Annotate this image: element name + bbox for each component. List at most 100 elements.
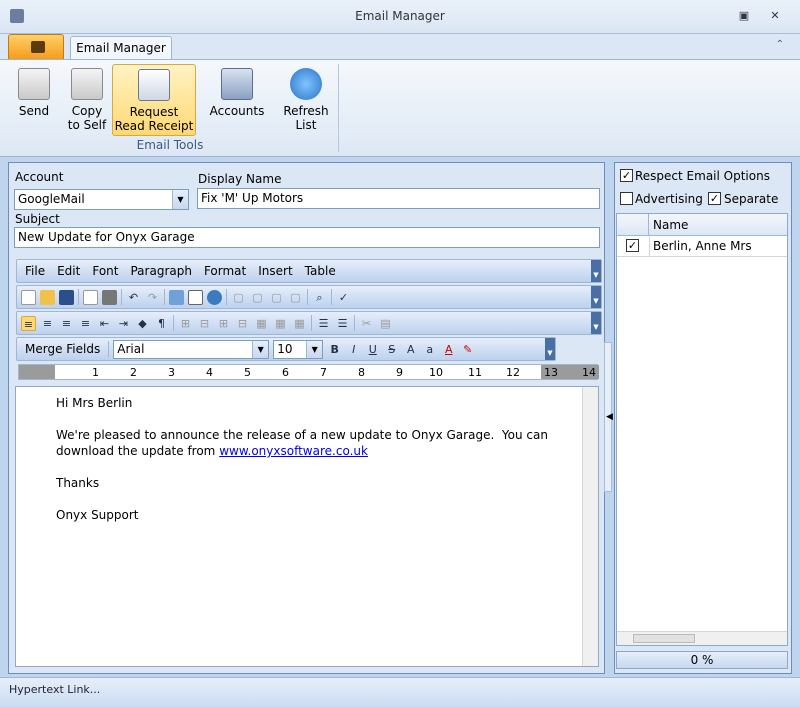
chevron-down-icon[interactable]: ▼ [172, 190, 188, 209]
shrink-font-icon[interactable]: a [422, 342, 437, 357]
table-select-icon[interactable]: ▦ [292, 316, 307, 331]
table-merge-icon[interactable]: ▢ [269, 290, 284, 305]
panel-splitter[interactable]: ◀ [605, 162, 614, 674]
toolbar-options-icon[interactable]: ▼ [591, 260, 601, 282]
grid-horizontal-scrollbar[interactable] [617, 631, 787, 645]
italic-icon[interactable]: I [346, 342, 361, 357]
ribbon-separator [338, 64, 339, 152]
pilcrow-icon[interactable]: ¶ [154, 316, 169, 331]
request-read-receipt-button[interactable]: Request Read Receipt [112, 64, 196, 136]
table-grid-icon[interactable]: ▦ [273, 316, 288, 331]
menu-paragraph[interactable]: Paragraph [126, 264, 195, 278]
merge-fields-button[interactable]: Merge Fields [21, 342, 104, 356]
menu-insert[interactable]: Insert [254, 264, 296, 278]
table-split-icon[interactable]: ▢ [288, 290, 303, 305]
receipt-label-1: Request [129, 105, 179, 119]
editor-vertical-scrollbar[interactable] [582, 387, 598, 666]
toolbar-options-icon[interactable]: ▼ [591, 286, 601, 308]
font-select[interactable]: Arial ▼ [113, 339, 270, 359]
strikethrough-icon[interactable]: S [384, 342, 399, 357]
align-center-icon[interactable]: ≡ [40, 316, 55, 331]
table-cells-icon[interactable]: ▢ [250, 290, 265, 305]
menu-font[interactable]: Font [88, 264, 122, 278]
copy-label-2: to Self [67, 118, 107, 132]
toolbar-options-icon[interactable]: ▼ [591, 312, 601, 334]
save-icon[interactable] [59, 289, 74, 305]
display-name-input[interactable]: Fix 'M' Up Motors [197, 188, 600, 209]
body-link[interactable]: www.onyxsoftware.co.uk [219, 444, 368, 458]
highlight-icon[interactable]: ✎ [460, 342, 475, 357]
menu-table[interactable]: Table [301, 264, 340, 278]
table-delete-col-icon[interactable]: ⊟ [235, 316, 250, 331]
ribbon-group-label: Email Tools [136, 138, 204, 152]
close-button[interactable]: ✕ [768, 10, 782, 22]
menu-file[interactable]: File [21, 264, 49, 278]
chevron-down-icon[interactable]: ▼ [306, 340, 323, 358]
paste-icon[interactable]: ▤ [378, 316, 393, 331]
recipients-grid[interactable]: Name ✓ Berlin, Anne Mrs [616, 213, 788, 646]
body-signature: Onyx Support [56, 508, 139, 522]
table-insert-row-icon[interactable]: ⊞ [178, 316, 193, 331]
ruler-mark: 6 [282, 366, 289, 379]
grow-font-icon[interactable]: A [403, 342, 418, 357]
account-select[interactable]: GoogleMail ▼ [14, 189, 189, 210]
tab-email-manager[interactable]: Email Manager [70, 36, 172, 61]
scroll-thumb[interactable] [633, 634, 695, 643]
table-borders-icon[interactable]: ▢ [231, 290, 246, 305]
refresh-list-button[interactable]: Refresh List [280, 64, 332, 136]
table-delete-row-icon[interactable]: ⊟ [197, 316, 212, 331]
indent-icon[interactable]: ⇥ [116, 316, 131, 331]
outdent-icon[interactable]: ⇤ [97, 316, 112, 331]
insert-image-icon[interactable] [169, 289, 184, 305]
email-body-editor[interactable]: Hi Mrs Berlin We're pleased to announce … [15, 386, 599, 667]
align-right-icon[interactable]: ≡ [59, 316, 74, 331]
menu-format[interactable]: Format [200, 264, 250, 278]
cut-icon[interactable]: ✂ [359, 316, 374, 331]
separate-checkbox[interactable]: ✓ [708, 192, 721, 205]
justify-icon[interactable]: ≡ [78, 316, 93, 331]
advertising-checkbox[interactable] [620, 192, 633, 205]
new-document-icon[interactable] [21, 289, 36, 305]
find-binoculars-icon[interactable]: ⌕ [312, 290, 327, 305]
redo-icon[interactable]: ↷ [145, 290, 160, 305]
ruler[interactable]: 1 2 3 4 5 6 7 8 9 10 11 12 13 14 [18, 364, 599, 380]
account-label: Account [15, 170, 64, 184]
table-insert-col-icon[interactable]: ⊞ [216, 316, 231, 331]
subject-input[interactable]: New Update for Onyx Garage [14, 227, 600, 248]
standard-toolbar: ↶ ↷ ▢ ▢ ▢ ▢ ⌕ ✓ ▼ [16, 285, 602, 309]
restore-button[interactable]: ▣ [737, 10, 751, 22]
toolbar-options-icon[interactable]: ▼ [545, 338, 555, 360]
send-envelope-icon [18, 68, 50, 100]
underline-icon[interactable]: U [365, 342, 380, 357]
send-button[interactable]: Send [12, 64, 56, 136]
table-props-icon[interactable]: ▦ [254, 316, 269, 331]
toolbar-separator [311, 315, 312, 331]
spell-check-icon[interactable]: ✓ [336, 290, 351, 305]
chevron-down-icon[interactable]: ▼ [252, 340, 269, 358]
font-size-select[interactable]: 10 ▼ [273, 339, 324, 359]
menu-edit[interactable]: Edit [53, 264, 84, 278]
font-color-icon[interactable]: A [441, 342, 456, 357]
bullets-icon[interactable]: ☰ [316, 316, 331, 331]
print-preview-icon[interactable] [83, 289, 98, 305]
application-menu-button[interactable] [8, 34, 64, 60]
fill-color-icon[interactable]: ◆ [135, 316, 150, 331]
open-folder-icon[interactable] [40, 289, 55, 305]
undo-icon[interactable]: ↶ [126, 290, 141, 305]
copy-to-self-button[interactable]: Copy to Self [63, 64, 111, 136]
bold-icon[interactable]: B [327, 342, 342, 357]
receipt-label-2: Read Receipt [114, 119, 194, 133]
insert-table-icon[interactable] [188, 289, 203, 305]
respect-options-checkbox[interactable]: ✓ [620, 169, 633, 182]
align-left-icon[interactable]: ≡ [21, 315, 36, 331]
ribbon-collapse-icon[interactable]: ⌃ [776, 39, 784, 50]
accounts-button[interactable]: Accounts [205, 64, 269, 136]
recipient-checkbox[interactable]: ✓ [626, 239, 639, 252]
print-icon[interactable] [102, 289, 117, 305]
name-column-header[interactable]: Name [653, 218, 688, 232]
table-row[interactable]: ✓ Berlin, Anne Mrs [617, 236, 787, 257]
title-bar: Email Manager ▣ ✕ [0, 0, 800, 34]
hyperlink-icon[interactable] [207, 289, 222, 305]
collapse-left-icon[interactable]: ◀ [606, 412, 613, 422]
numbering-icon[interactable]: ☰ [335, 316, 350, 331]
